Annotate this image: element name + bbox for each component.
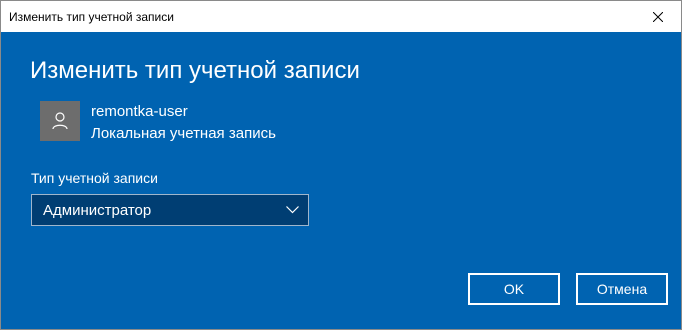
close-button[interactable] (635, 1, 681, 32)
chevron-down-icon (285, 204, 299, 216)
account-type-value: Администратор (43, 202, 152, 219)
window-title: Изменить тип учетной записи (9, 10, 174, 24)
avatar (40, 101, 80, 141)
user-icon (52, 112, 68, 130)
account-type-dropdown[interactable]: Администратор (31, 194, 309, 226)
page-title: Изменить тип учетной записи (30, 57, 360, 84)
dialog-body: Изменить тип учетной записи remontka-use… (1, 32, 681, 329)
title-bar: Изменить тип учетной записи (1, 1, 681, 32)
cancel-button[interactable]: Отмена (576, 273, 668, 305)
close-icon (653, 11, 663, 22)
dialog-window: Изменить тип учетной записи Изменить тип… (0, 0, 682, 330)
user-name: remontka-user (91, 103, 188, 120)
account-type-label: Тип учетной записи (31, 170, 158, 186)
account-kind: Локальная учетная запись (91, 125, 276, 142)
ok-button[interactable]: OK (468, 273, 560, 305)
